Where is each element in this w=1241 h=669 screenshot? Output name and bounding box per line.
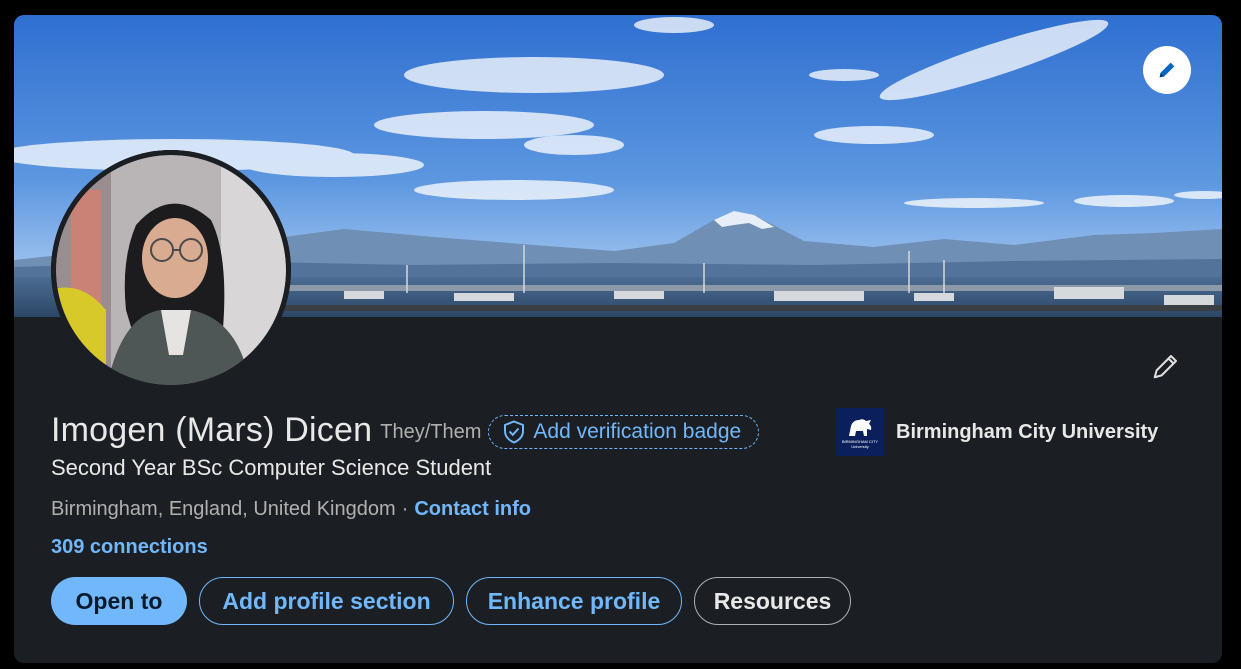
location: Birmingham, England, United Kingdom — [51, 498, 396, 520]
pronouns: They/Them — [380, 421, 482, 443]
location-row: Birmingham, England, United Kingdom · Cont… — [51, 498, 531, 521]
name-row: Imogen (Mars) Dicen They/Them Add verifi… — [51, 411, 760, 450]
verification-label: Add verification badge — [533, 419, 742, 443]
education-link[interactable]: BIRMINGHAM CITY University Birmingham Ci… — [836, 408, 1158, 456]
pencil-icon — [1159, 62, 1175, 78]
contact-info-link[interactable]: Contact info — [414, 498, 531, 520]
add-verification-badge-button[interactable]: Add verification badge — [488, 414, 760, 449]
profile-name: Imogen (Mars) Dicen — [51, 411, 373, 449]
school-name: Birmingham City University — [896, 420, 1159, 443]
shield-check-icon — [504, 419, 525, 444]
add-profile-section-button[interactable]: Add profile section — [199, 577, 454, 625]
avatar-image — [51, 150, 291, 390]
university-logo-subtext: University — [851, 443, 869, 449]
pencil-icon — [1153, 355, 1177, 379]
edit-intro-button[interactable] — [1150, 348, 1182, 384]
edit-cover-button[interactable] — [1143, 46, 1191, 94]
open-to-button[interactable]: Open to — [51, 577, 187, 625]
resources-button[interactable]: Resources — [694, 577, 851, 625]
connections-link[interactable]: 309 connections — [51, 536, 208, 559]
lion-crest-icon — [849, 418, 872, 436]
profile-card: Imogen (Mars) Dicen They/Them Add verifi… — [14, 15, 1222, 663]
separator: · — [401, 498, 409, 520]
university-logo: BIRMINGHAM CITY University — [836, 408, 884, 456]
profile-photo[interactable] — [51, 150, 291, 390]
headline: Second Year BSc Computer Science Student — [51, 455, 492, 480]
enhance-profile-button[interactable]: Enhance profile — [466, 577, 682, 625]
